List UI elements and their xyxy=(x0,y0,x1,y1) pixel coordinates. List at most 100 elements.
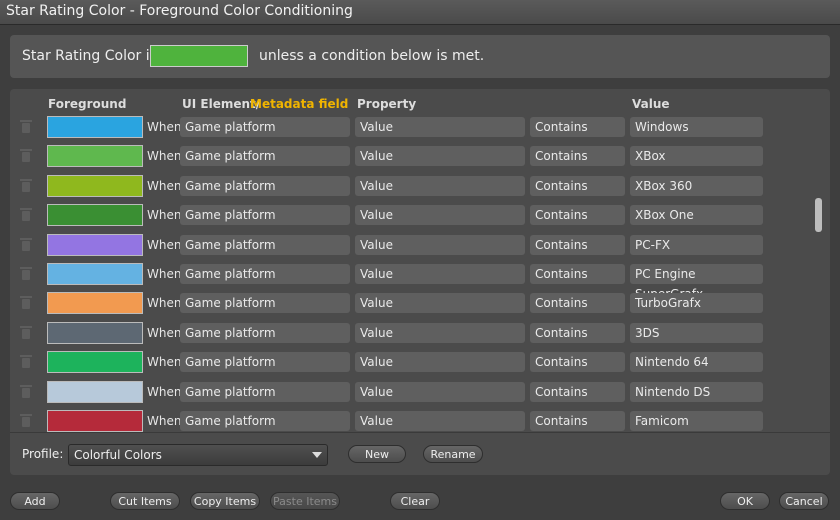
property-field[interactable]: Value xyxy=(355,264,525,284)
operator-field[interactable]: Contains xyxy=(530,205,625,226)
trash-icon[interactable] xyxy=(20,325,32,340)
ui-element-field[interactable]: Game platform xyxy=(180,117,350,137)
when-label: When xyxy=(147,325,182,340)
value-field[interactable]: Famicom xyxy=(630,411,763,431)
header-foreground: Foreground xyxy=(48,97,127,111)
foreground-color-swatch[interactable] xyxy=(47,263,143,285)
operator-field[interactable]: Contains xyxy=(530,352,625,373)
condition-row: When Game platform Value Contains XBox One xyxy=(10,204,830,228)
operator-field[interactable]: Contains xyxy=(530,381,625,402)
property-field[interactable]: Value xyxy=(355,234,525,255)
title-bar: Star Rating Color - Foreground Color Con… xyxy=(0,0,840,25)
condition-row: When Game platform Value Contains Nintendo 6… xyxy=(10,351,830,375)
ui-element-field[interactable]: Game platform xyxy=(180,322,350,343)
value-field[interactable]: Nintendo DS xyxy=(630,381,763,402)
trash-icon[interactable] xyxy=(20,237,32,252)
when-label: When xyxy=(147,149,182,164)
window-title: Star Rating Color - Foreground Color Con… xyxy=(6,3,353,19)
foreground-color-swatch[interactable] xyxy=(47,233,143,256)
ui-element-field[interactable]: Game platform xyxy=(180,205,350,226)
operator-field[interactable]: Contains xyxy=(530,117,625,137)
foreground-color-swatch[interactable] xyxy=(47,351,143,374)
profile-dropdown[interactable]: Colorful Colors xyxy=(68,444,328,466)
new-profile-button[interactable]: New xyxy=(348,445,406,463)
operator-field[interactable]: Contains xyxy=(530,146,625,167)
value-field[interactable]: Nintendo 64 xyxy=(630,352,763,373)
foreground-color-swatch[interactable] xyxy=(47,116,143,138)
trash-icon[interactable] xyxy=(20,149,32,163)
trash-icon[interactable] xyxy=(20,296,32,310)
ui-element-field[interactable]: Game platform xyxy=(180,352,350,373)
property-field[interactable]: Value xyxy=(355,381,525,402)
trash-icon[interactable] xyxy=(20,414,32,428)
property-field[interactable]: Value xyxy=(355,146,525,167)
ui-element-field[interactable]: Game platform xyxy=(180,146,350,167)
ui-element-field[interactable]: Game platform xyxy=(180,264,350,284)
header-ui-element: UI Element/ xyxy=(182,97,260,111)
property-field[interactable]: Value xyxy=(355,117,525,137)
value-field[interactable]: XBox 360 xyxy=(630,175,763,196)
trash-icon[interactable] xyxy=(20,120,32,134)
condition-row: When Game platform Value Contains Famicom xyxy=(10,410,830,432)
ui-element-field[interactable]: Game platform xyxy=(180,234,350,255)
operator-field[interactable]: Contains xyxy=(530,293,625,314)
operator-field[interactable]: Contains xyxy=(530,264,625,284)
value-field[interactable]: XBox One xyxy=(630,205,763,226)
foreground-color-swatch[interactable] xyxy=(47,145,143,168)
foreground-color-swatch[interactable] xyxy=(47,321,143,344)
header-ui-element-label: UI Element xyxy=(182,97,256,111)
cancel-button[interactable]: Cancel xyxy=(779,492,829,510)
operator-field[interactable]: Contains xyxy=(530,411,625,431)
header-value: Value xyxy=(632,97,670,111)
foreground-color-swatch[interactable] xyxy=(47,410,143,432)
scrollbar-thumb[interactable] xyxy=(815,198,822,232)
property-field[interactable]: Value xyxy=(355,293,525,314)
trash-icon[interactable] xyxy=(20,355,32,369)
when-label: When xyxy=(147,355,182,370)
when-label: When xyxy=(147,178,182,193)
when-label: When xyxy=(147,208,182,223)
value-field[interactable]: Windows xyxy=(630,117,763,137)
profile-label: Profile: xyxy=(22,447,64,461)
operator-field[interactable]: Contains xyxy=(530,234,625,255)
value-field[interactable]: PC-FX xyxy=(630,234,763,255)
trash-icon[interactable] xyxy=(20,267,32,281)
operator-field[interactable]: Contains xyxy=(530,175,625,196)
value-field[interactable]: TurboGrafx xyxy=(630,293,763,314)
clear-button[interactable]: Clear xyxy=(390,492,440,510)
profile-panel: Profile: Colorful Colors New Rename xyxy=(10,432,830,475)
paste-items-button[interactable]: Paste Items xyxy=(270,492,340,510)
property-field[interactable]: Value xyxy=(355,411,525,431)
ok-button[interactable]: OK xyxy=(720,492,770,510)
operator-field[interactable]: Contains xyxy=(530,322,625,343)
default-color-suffix: unless a condition below is met. xyxy=(259,48,485,64)
foreground-color-swatch[interactable] xyxy=(47,174,143,197)
ui-element-field[interactable]: Game platform xyxy=(180,175,350,196)
property-field[interactable]: Value xyxy=(355,205,525,226)
when-label: When xyxy=(147,414,182,428)
condition-row: When Game platform Value Contains PC-FX xyxy=(10,233,830,258)
trash-icon[interactable] xyxy=(20,208,32,222)
ui-element-field[interactable]: Game platform xyxy=(180,411,350,431)
trash-icon[interactable] xyxy=(20,384,32,399)
foreground-color-swatch[interactable] xyxy=(47,380,143,403)
default-color-panel: Star Rating Color is unless a condition … xyxy=(10,35,830,78)
property-field[interactable]: Value xyxy=(355,322,525,343)
ui-element-field[interactable]: Game platform xyxy=(180,381,350,402)
condition-row: When Game platform Value Contains TurboGrafx xyxy=(10,292,830,316)
ui-element-field[interactable]: Game platform xyxy=(180,293,350,314)
foreground-color-swatch[interactable] xyxy=(47,204,143,227)
trash-icon[interactable] xyxy=(20,178,32,193)
value-field[interactable]: XBox xyxy=(630,146,763,167)
rename-profile-button[interactable]: Rename xyxy=(423,445,483,463)
copy-items-button[interactable]: Copy Items xyxy=(190,492,260,510)
value-field[interactable]: 3DS xyxy=(630,322,763,343)
value-field[interactable]: PC Engine SuperGrafx xyxy=(630,264,763,301)
when-label: When xyxy=(147,120,182,134)
foreground-color-swatch[interactable] xyxy=(47,292,143,315)
cut-items-button[interactable]: Cut Items xyxy=(110,492,180,510)
add-button[interactable]: Add xyxy=(10,492,60,510)
property-field[interactable]: Value xyxy=(355,352,525,373)
property-field[interactable]: Value xyxy=(355,175,525,196)
default-color-swatch[interactable] xyxy=(150,45,248,67)
